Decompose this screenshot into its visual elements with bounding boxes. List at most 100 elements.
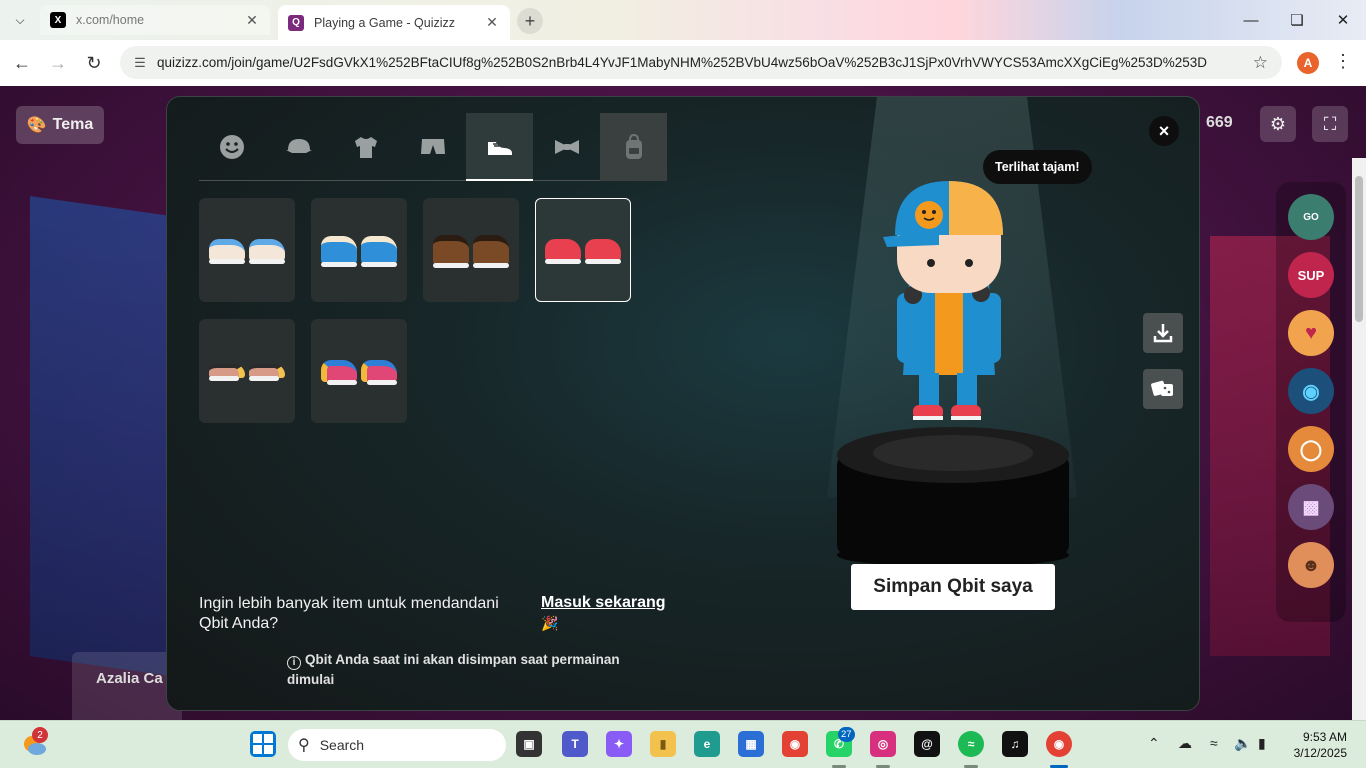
whatsapp-count: 27	[838, 727, 855, 742]
scrollbar-thumb[interactable]	[1355, 176, 1363, 322]
tab-bottom[interactable]	[400, 113, 467, 181]
tab-shoes[interactable]	[466, 113, 534, 181]
tab-top[interactable]	[333, 113, 400, 181]
sup-sticker-icon[interactable]: SUP	[1288, 252, 1334, 298]
shoe-right	[361, 360, 397, 385]
fullscreen-icon[interactable]: ⛶	[1312, 106, 1348, 142]
site-settings-icon[interactable]: ☰	[126, 49, 154, 77]
taskbar-search[interactable]: ⚲ Search	[288, 729, 506, 761]
shoe-left	[545, 239, 581, 264]
background-door	[30, 196, 170, 676]
tab-x-home[interactable]: X x.com/home ✕	[40, 5, 270, 35]
pixel-alien-sticker-icon[interactable]: ▩	[1288, 484, 1334, 530]
chrome-icon[interactable]: ◉	[782, 731, 808, 757]
back-arrow-icon[interactable]: ←	[10, 51, 34, 75]
reload-icon[interactable]: ↻	[82, 51, 106, 75]
wifi-icon[interactable]: ≈	[1210, 735, 1218, 751]
browser-menu-icon[interactable]: ⋮	[1334, 51, 1352, 72]
download-icon	[1153, 324, 1173, 343]
qbit-customize-modal: Ingin lebih banyak item untuk mendandani…	[166, 96, 1200, 711]
task-view-icon[interactable]: ▣	[516, 731, 542, 757]
taskbar-clock[interactable]: 9:53 AM 3/12/2025	[1285, 729, 1347, 761]
avatar-pedestal	[837, 427, 1069, 567]
pants-icon	[421, 139, 445, 154]
more-items-prompt: Ingin lebih banyak item untuk mendandani…	[199, 595, 499, 632]
settings-gear-icon[interactable]: ⚙	[1260, 106, 1296, 142]
lets-go-sticker-icon[interactable]: GO	[1288, 194, 1334, 240]
file-explorer-icon[interactable]: ▮	[650, 731, 676, 757]
quizizz-logo-icon: Q	[288, 14, 304, 31]
address-bar[interactable]: ☰ quizizz.com/join/game/U2FsdGVkX1%252BF…	[120, 46, 1282, 79]
tiktok-icon[interactable]: ♫	[1002, 731, 1028, 757]
reaction-sticker-rail: GO SUP ♥ ◉ ◯ ▩ ☻	[1276, 182, 1346, 622]
item-brown-boots[interactable]	[423, 198, 519, 302]
download-button[interactable]	[1143, 313, 1183, 353]
item-red-sneakers[interactable]	[535, 198, 631, 302]
tab-headwear[interactable]	[266, 113, 333, 181]
tab-title: Playing a Game - Quizizz	[314, 15, 456, 30]
item-black-sandals[interactable]	[199, 319, 295, 423]
save-qbit-button[interactable]: Simpan Qbit saya	[851, 564, 1055, 610]
login-now-link[interactable]: Masuk sekarang	[541, 594, 666, 612]
shoe-right	[473, 235, 509, 268]
clock-date: 3/12/2025	[1293, 746, 1347, 760]
item-white-slippers[interactable]	[199, 198, 295, 302]
close-tab-icon[interactable]: ✕	[244, 12, 260, 29]
tab-search-chevron-icon[interactable]: ⌵	[8, 8, 32, 32]
forward-arrow-icon[interactable]: →	[46, 51, 70, 75]
battery-icon[interactable]: ▮	[1258, 735, 1266, 752]
search-placeholder: Search	[319, 737, 365, 753]
face-icon	[220, 135, 245, 159]
edge-icon[interactable]: e	[694, 731, 720, 757]
volume-icon[interactable]: 🔈	[1234, 735, 1251, 752]
threads-icon[interactable]: @	[914, 731, 940, 757]
save-note: i Qbit Anda saat ini akan disimpan saat p…	[287, 650, 647, 690]
item-colorful-sneakers[interactable]	[311, 319, 407, 423]
info-icon: i	[287, 656, 301, 670]
shoe-right	[249, 364, 285, 381]
qbit-avatar	[883, 181, 1003, 420]
url-text[interactable]: quizizz.com/join/game/U2FsdGVkX1%252BFta…	[157, 55, 1237, 70]
close-tab-icon[interactable]: ✕	[484, 14, 500, 31]
shoe-right	[361, 236, 397, 267]
new-tab-button[interactable]: +	[517, 8, 543, 34]
cap-icon	[286, 139, 313, 153]
tab-backpack[interactable]	[600, 113, 668, 181]
shoe-left	[209, 364, 245, 381]
donut-sticker-icon[interactable]: ◯	[1288, 426, 1334, 472]
tray-chevron-icon[interactable]: ⌃	[1148, 735, 1160, 752]
copilot-icon[interactable]: ✦	[606, 731, 632, 757]
heart-hand-sticker-icon[interactable]: ♥	[1288, 310, 1334, 356]
browser-toolbar: ← → ↻ ☰ quizizz.com/join/game/U2FsdGVkX1…	[0, 40, 1366, 86]
tab-face[interactable]	[199, 113, 266, 181]
instagram-icon[interactable]: ◎	[870, 731, 896, 757]
restore-button[interactable]: ❏	[1282, 8, 1312, 32]
theme-button[interactable]: 🎨 Tema	[16, 106, 104, 144]
tab-quizizz[interactable]: Q Playing a Game - Quizizz ✕	[278, 5, 510, 40]
search-icon: ⚲	[298, 737, 310, 754]
tab-accessory[interactable]	[533, 113, 600, 181]
tab-title: x.com/home	[76, 13, 145, 27]
eye-sticker-icon[interactable]: ◉	[1288, 368, 1334, 414]
randomize-button[interactable]	[1143, 369, 1183, 409]
shoe-left	[433, 235, 469, 268]
minimize-button[interactable]: —	[1236, 8, 1266, 32]
onedrive-icon[interactable]: ☁	[1178, 735, 1192, 752]
page-scrollbar[interactable]	[1352, 158, 1366, 720]
category-tabs	[199, 113, 668, 181]
store-icon[interactable]: ▦	[738, 731, 764, 757]
item-blue-fur-boots[interactable]	[311, 198, 407, 302]
close-modal-button[interactable]: ×	[1149, 116, 1179, 146]
spotify-icon[interactable]: ≈	[958, 731, 984, 757]
close-window-button[interactable]: ✕	[1328, 8, 1358, 32]
bookmark-star-icon[interactable]: ☆	[1253, 53, 1268, 73]
backpack-icon	[625, 133, 642, 159]
shoe-left	[321, 360, 357, 385]
teams-icon[interactable]: T	[562, 731, 588, 757]
chrome-profile-icon[interactable]: ◉	[1046, 731, 1072, 757]
profile-avatar[interactable]: A	[1297, 52, 1319, 74]
windows-start-icon[interactable]	[250, 731, 276, 757]
cat-sticker-icon[interactable]: ☻	[1288, 542, 1334, 588]
palette-icon: 🎨	[26, 117, 47, 134]
clock-time: 9:53 AM	[1302, 730, 1347, 744]
